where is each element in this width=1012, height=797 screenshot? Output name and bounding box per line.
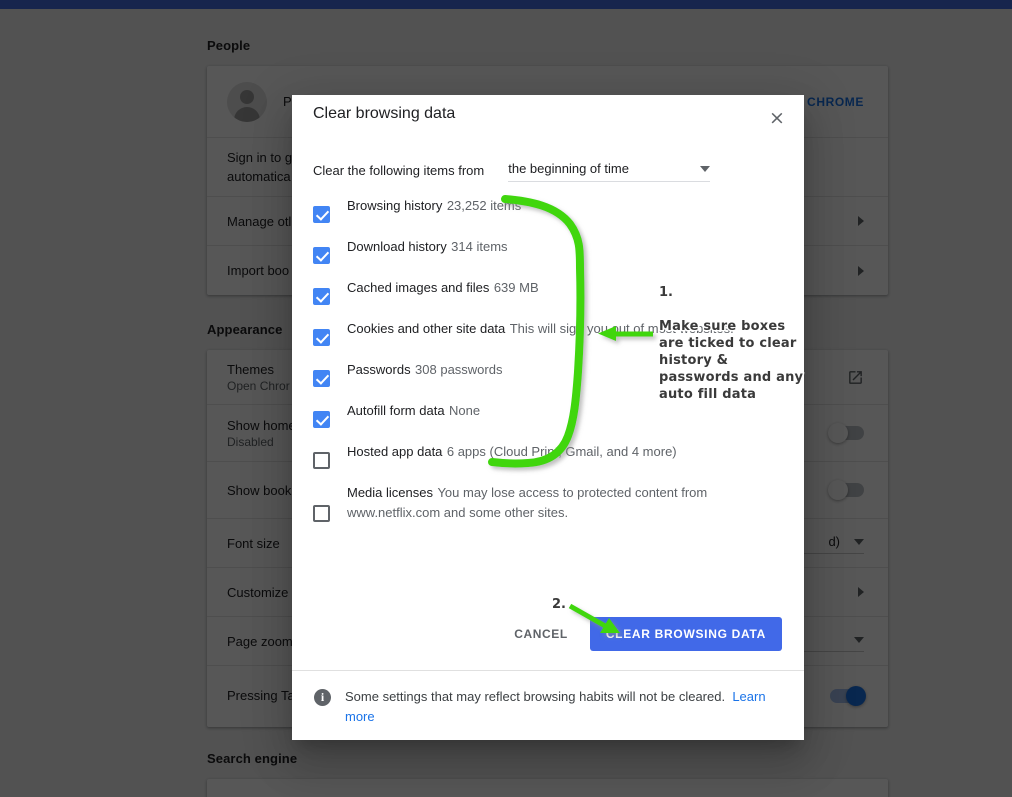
- checkbox-browsing-history[interactable]: [313, 206, 330, 223]
- screen: People Person 1 SIGN IN TO CHROME Sign i…: [0, 0, 1012, 797]
- annotation-note-1-line-1: Make sure boxes: [658, 318, 786, 335]
- checkbox-media-licenses[interactable]: [313, 505, 330, 522]
- browser-top-bar: [0, 0, 1012, 9]
- checkbox-wrap: [313, 401, 347, 428]
- item-desc: 23,252 items: [446, 198, 522, 213]
- item-desc: 314 items: [451, 239, 508, 254]
- item-desc: 308 passwords: [415, 362, 503, 377]
- clear-browsing-data-dialog: Clear browsing data × Clear the followin…: [292, 95, 804, 740]
- checkbox-cookies-and-other-site-data[interactable]: [313, 329, 330, 346]
- annotation-marker-1: 1.: [658, 284, 674, 301]
- item-text: Cached images and files 639 MB: [347, 278, 783, 298]
- item-desc: 6 apps (Cloud Print, Gmail, and 4 more): [446, 444, 677, 459]
- time-range-select[interactable]: the beginning of time: [508, 161, 711, 182]
- checkbox-download-history[interactable]: [313, 247, 330, 264]
- item-text: Download history 314 items: [347, 237, 783, 257]
- checkbox-wrap: [313, 360, 347, 387]
- item-text: Browsing history 23,252 items: [347, 196, 783, 216]
- checkbox-wrap: [313, 196, 347, 223]
- annotation-note-1: Make sure boxes are ticked to clear hist…: [658, 318, 809, 403]
- checkbox-wrap: [313, 319, 347, 346]
- annotation-note-1-line-4: passwords and any: [658, 369, 804, 386]
- list-item-browsing-history[interactable]: Browsing history 23,252 items: [313, 196, 783, 223]
- item-name: Autofill form data: [347, 403, 445, 418]
- item-text: Hosted app data 6 apps (Cloud Print, Gma…: [347, 442, 783, 462]
- time-range-row: Clear the following items from the begin…: [313, 161, 783, 182]
- item-desc: 639 MB: [493, 280, 539, 295]
- annotation-marker-2: 2.: [551, 596, 567, 613]
- checkbox-wrap: [313, 237, 347, 264]
- footer-text: Some settings that may reflect browsing …: [345, 687, 775, 727]
- list-item-download-history[interactable]: Download history 314 items: [313, 237, 783, 264]
- item-desc: None: [449, 403, 481, 418]
- item-name: Hosted app data: [347, 444, 443, 459]
- annotation-note-1-line-5: auto fill data: [658, 386, 757, 403]
- dialog-footer: i Some settings that may reflect browsin…: [292, 670, 804, 740]
- list-item-autofill[interactable]: Autofill form data None: [313, 401, 783, 428]
- item-name: Browsing history: [347, 198, 443, 213]
- info-icon: i: [314, 689, 331, 706]
- item-text: Autofill form data None: [347, 401, 783, 421]
- checkbox-wrap: [313, 442, 347, 469]
- item-text: Media licenses You may lose access to pr…: [347, 483, 783, 523]
- item-name: Media licenses: [347, 485, 433, 500]
- checkbox-autofill-form-data[interactable]: [313, 411, 330, 428]
- cancel-button[interactable]: CANCEL: [506, 617, 576, 651]
- time-range-value: the beginning of time: [508, 161, 629, 176]
- list-item-cached-images[interactable]: Cached images and files 639 MB: [313, 278, 783, 305]
- chevron-down-icon: [700, 165, 711, 172]
- clear-browsing-data-button[interactable]: CLEAR BROWSING DATA: [589, 617, 782, 651]
- list-item-hosted-app-data[interactable]: Hosted app data 6 apps (Cloud Print, Gma…: [313, 442, 783, 469]
- checkbox-wrap: [313, 483, 347, 522]
- item-name: Cookies and other site data: [347, 321, 506, 336]
- checkbox-wrap: [313, 278, 347, 305]
- list-item-media-licenses[interactable]: Media licenses You may lose access to pr…: [313, 483, 783, 523]
- footer-message: Some settings that may reflect browsing …: [345, 689, 726, 704]
- checkbox-hosted-app-data[interactable]: [313, 452, 330, 469]
- time-range-label: Clear the following items from: [313, 163, 485, 178]
- checkbox-cached-images-and-files[interactable]: [313, 288, 330, 305]
- dialog-actions: CANCEL CLEAR BROWSING DATA: [292, 604, 804, 664]
- annotation-note-1-line-3: history &: [658, 352, 729, 369]
- item-name: Passwords: [347, 362, 411, 377]
- item-name: Download history: [347, 239, 447, 254]
- checkbox-passwords[interactable]: [313, 370, 330, 387]
- item-name: Cached images and files: [347, 280, 490, 295]
- annotation-note-1-line-2: are ticked to clear: [658, 335, 798, 352]
